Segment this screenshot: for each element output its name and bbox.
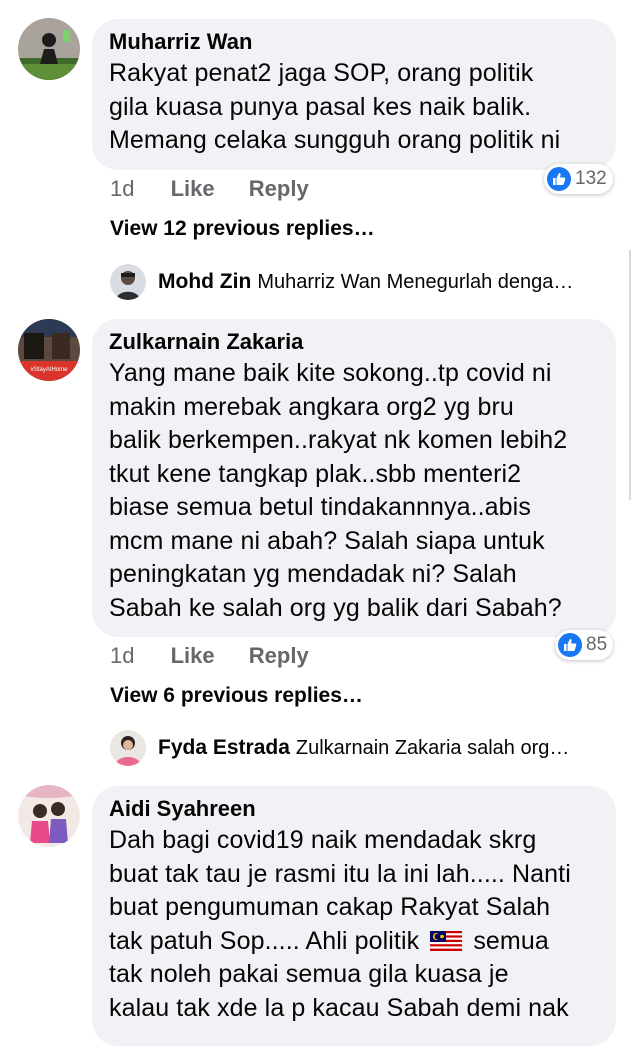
avatar[interactable]: #StayAtHome [18,319,80,381]
comment-line: mcm mane ni abah? Salah siapa untuk [109,526,545,555]
comment-bubble: Aidi Syahreen Dah bagi covid19 naik mend… [92,786,616,1046]
comment-line: buat pengumuman cakap Rakyat Salah [109,893,551,921]
comment-line: tak noleh pakai semua gila kuasa je [109,960,509,988]
reply-author: Fyda Estrada [158,736,290,759]
reply-button[interactable]: Reply [249,643,309,669]
avatar-image [18,785,80,847]
avatar[interactable] [18,18,80,80]
comment-bubble: Zulkarnain Zakaria Yang mane baik kite s… [92,319,616,637]
comment-actions: 1d Like Reply [110,176,337,202]
comment-line: gila kuasa punya pasal kes naik balik. [109,92,532,121]
thumbs-up-icon [558,633,582,657]
avatar [110,730,146,766]
comment-author[interactable]: Aidi Syahreen [109,796,598,822]
comment-line-text: semua [473,926,549,955]
reaction-count: 132 [575,168,607,189]
like-button[interactable]: Like [171,176,215,202]
comment-author[interactable]: Muharriz Wan [109,29,598,55]
reply-preview[interactable]: Fyda Estrada Zulkarnain Zakaria salah or… [110,729,569,767]
reaction-summary[interactable]: 132 [544,164,613,194]
comment-author[interactable]: Zulkarnain Zakaria [109,329,598,355]
comment-line: kalau tak xde la p kacau Sabah demi nak [109,993,569,1022]
comment-line: tak patuh Sop..... Ahli politik semua [109,925,598,959]
comment-line: makin merebak angkara org2 yg bru [109,392,514,421]
comment-line: Memang celaka sungguh orang politik ni [109,126,561,154]
comment-bubble: Muharriz Wan Rakyat penat2 jaga SOP, ora… [92,19,616,170]
view-previous-replies-link[interactable]: View 12 previous replies… [110,217,375,241]
comment-line: peningkatan yg mendadak ni? Salah [109,560,517,588]
avatar-badge-text: #StayAtHome [30,367,68,373]
view-previous-replies-link[interactable]: View 6 previous replies… [110,684,363,708]
comment-timestamp[interactable]: 1d [110,176,134,202]
avatar[interactable] [18,785,80,847]
scrollbar[interactable] [629,250,635,500]
comment-line: Sabah ke salah org yg balik dari Sabah? [109,593,562,622]
comment-line: Dah bagi covid19 naik mendadak skrg [109,826,537,854]
comment-actions: 1d Like Reply [110,643,337,669]
reply-snippet: Zulkarnain Zakaria salah org… [295,736,570,759]
like-button[interactable]: Like [171,643,215,669]
comment-line: Rakyat penat2 jaga SOP, orang politik [109,59,534,87]
comment-line-text: tak patuh Sop..... Ahli politik [109,926,420,955]
reply-author: Mohd Zin [158,270,252,293]
reply-snippet: Muharriz Wan Menegurlah denga… [257,270,574,293]
reply-button[interactable]: Reply [249,176,309,202]
avatar [110,264,146,300]
comment-line: tkut kene tangkap plak..sbb menteri2 [109,459,522,488]
comment-line: biase semua betul tindakannnya..abis [109,493,531,521]
comment-line: Yang mane baik kite sokong..tp covid ni [109,359,552,387]
reaction-summary[interactable]: 85 [555,630,614,660]
malaysia-flag-icon [430,930,463,951]
reply-preview[interactable]: Mohd Zin Muharriz Wan Menegurlah denga… [110,263,573,301]
avatar-image: #StayAtHome [18,319,80,381]
thumbs-up-icon [547,167,571,191]
reaction-count: 85 [586,634,608,655]
comment-timestamp[interactable]: 1d [110,643,134,669]
comment-line: balik berkempen..rakyat nk komen lebih2 [109,426,568,454]
comment-line: buat tak tau je rasmi itu la ini lah....… [109,859,571,888]
avatar-image [18,18,80,80]
